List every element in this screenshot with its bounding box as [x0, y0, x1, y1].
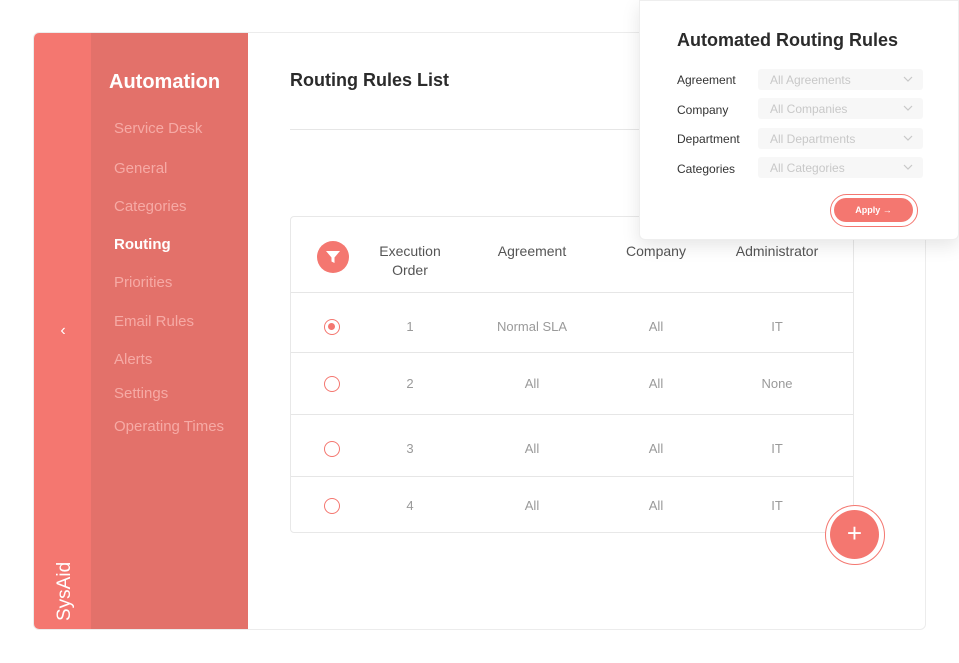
filter-popup: Automated Routing Rules Agreement All Ag… — [639, 0, 959, 240]
categories-select[interactable]: All Categories — [758, 157, 923, 178]
apply-button[interactable]: Apply → — [830, 194, 918, 227]
sysaid-logo: SysAid — [54, 563, 75, 621]
cell-agreement: All — [524, 498, 540, 513]
cell-administrator: IT — [771, 498, 783, 513]
chevron-down-icon — [903, 76, 913, 82]
row-radio[interactable] — [324, 441, 340, 457]
chevron-left-icon[interactable]: ‹ — [54, 319, 72, 343]
sidebar-nav: Automation Service Desk General Categori… — [91, 33, 248, 629]
sidebar-item-routing[interactable]: Routing — [114, 236, 171, 253]
filter-label-department: Department — [677, 132, 740, 146]
cell-company: All — [648, 498, 664, 513]
cell-company: All — [648, 441, 664, 456]
cell-order: 3 — [406, 441, 414, 456]
agreement-select[interactable]: All Agreements — [758, 69, 923, 90]
sidebar-item-categories[interactable]: Categories — [114, 198, 187, 215]
company-select[interactable]: All Companies — [758, 98, 923, 119]
sidebar-item-settings[interactable]: Settings — [114, 385, 168, 402]
cell-agreement: All — [524, 441, 540, 456]
table-row[interactable]: 4 All All IT — [291, 477, 853, 533]
sidebar-item-service-desk[interactable]: Service Desk — [114, 120, 202, 137]
select-value: All Agreements — [770, 73, 851, 87]
sidebar-item-priorities[interactable]: Priorities — [114, 274, 172, 291]
select-value: All Companies — [770, 102, 848, 116]
cell-administrator: IT — [771, 441, 783, 456]
sidebar-item-operating-times[interactable]: Operating Times — [114, 418, 224, 435]
popup-title: Automated Routing Rules — [677, 30, 898, 50]
chevron-down-icon — [903, 135, 913, 141]
page-title: Routing Rules List — [290, 70, 449, 90]
cell-order: 4 — [406, 498, 414, 513]
add-rule-button[interactable]: + — [825, 505, 885, 565]
filter-label-agreement: Agreement — [677, 73, 736, 87]
table-row[interactable]: 2 All All None — [291, 353, 853, 415]
cell-administrator: IT — [771, 319, 783, 334]
col-header-administrator[interactable]: Administrator — [719, 242, 835, 261]
filter-label-categories: Categories — [677, 162, 736, 176]
sidebar-item-alerts[interactable]: Alerts — [114, 351, 152, 368]
col-header-execution-order[interactable]: Execution Order — [369, 242, 451, 280]
cell-agreement: All — [524, 376, 540, 391]
department-select[interactable]: All Departments — [758, 128, 923, 149]
apply-label: Apply → — [834, 198, 913, 222]
row-radio[interactable] — [324, 498, 340, 514]
chevron-down-icon — [903, 105, 913, 111]
filter-icon — [326, 251, 340, 263]
cell-company: All — [648, 319, 664, 334]
cell-administrator: None — [761, 376, 793, 391]
cell-order: 1 — [406, 319, 414, 334]
sidebar-item-general[interactable]: General — [114, 160, 167, 177]
table-row[interactable]: 1 Normal SLA All IT — [291, 293, 853, 353]
logo-text: SysAid — [54, 563, 75, 621]
select-value: All Categories — [770, 161, 845, 175]
cell-agreement: Normal SLA — [496, 319, 568, 334]
routing-rules-table: Execution Order Agreement Company Admini… — [290, 216, 854, 533]
row-radio[interactable] — [324, 319, 340, 335]
chevron-down-icon — [903, 164, 913, 170]
plus-icon: + — [830, 510, 879, 559]
select-value: All Departments — [770, 132, 856, 146]
left-rail: ‹ SysAid — [34, 33, 91, 629]
col-header-agreement[interactable]: Agreement — [477, 242, 587, 261]
sidebar-item-email-rules[interactable]: Email Rules — [114, 313, 194, 330]
row-radio[interactable] — [324, 376, 340, 392]
table-row[interactable]: 3 All All IT — [291, 415, 853, 477]
cell-company: All — [648, 376, 664, 391]
col-header-company[interactable]: Company — [601, 242, 711, 261]
cell-order: 2 — [406, 376, 414, 391]
filter-label-company: Company — [677, 103, 729, 117]
nav-title: Automation — [109, 71, 221, 93]
divider — [290, 129, 670, 130]
filter-button[interactable] — [317, 241, 349, 273]
